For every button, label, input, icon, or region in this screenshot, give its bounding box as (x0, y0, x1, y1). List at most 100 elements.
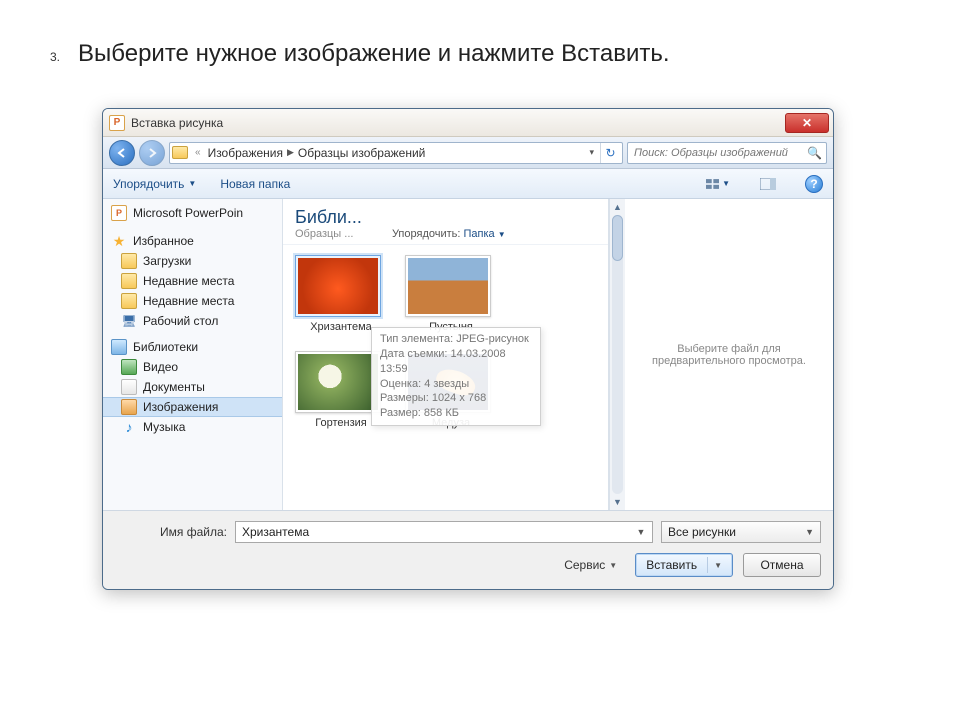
video-icon (121, 359, 137, 375)
sidebar-item-label: Библиотеки (133, 340, 198, 354)
preview-pane-button[interactable] (755, 173, 781, 195)
thumbnail-grid: ХризантемаПустыняГортензияМедуза Тип эле… (283, 245, 608, 510)
file-tooltip: Тип элемента: JPEG-рисунок Дата съемки: … (371, 327, 541, 426)
tooltip-line: Оценка: 4 звезды (380, 377, 532, 392)
instruction: 3. Выберите нужное изображение и нажмите… (40, 40, 920, 68)
navigation-bar: « Изображения ▶ Образцы изображений ▾ ↻ … (103, 137, 833, 169)
sidebar-item-powerpoint[interactable]: P Microsoft PowerPoin (103, 203, 282, 223)
new-folder-button[interactable]: Новая папка (220, 177, 290, 191)
sidebar-item-label: Музыка (143, 420, 185, 434)
tools-menu[interactable]: Сервис ▼ (564, 558, 617, 572)
sidebar-item-label: Недавние места (143, 274, 234, 288)
scroll-thumb[interactable] (612, 215, 623, 261)
sidebar-item-favorites[interactable]: ★ Избранное (103, 231, 282, 251)
library-title: Библи... (295, 207, 362, 228)
sidebar-item-desktop[interactable]: 🖥 Рабочий стол (103, 311, 282, 331)
caret-down-icon: ▼ (498, 230, 506, 239)
powerpoint-icon: P (109, 115, 125, 131)
file-list: Библи... Образцы ... Упорядочить: Папка … (283, 199, 609, 510)
document-icon (121, 379, 137, 395)
address-bar[interactable]: « Изображения ▶ Образцы изображений ▾ ↻ (169, 142, 623, 164)
caret-down-icon[interactable]: ▼ (633, 525, 649, 539)
libraries-icon (111, 339, 127, 355)
thumbnail-item[interactable]: Хризантема (295, 255, 387, 333)
organize-menu[interactable]: Упорядочить ▼ (113, 177, 196, 191)
caret-down-icon: ▼ (609, 561, 617, 570)
music-icon: ♪ (121, 419, 137, 435)
sidebar-item-pictures[interactable]: Изображения (103, 397, 282, 417)
preview-pane: Выберите файл для предварительного просм… (625, 199, 833, 510)
tools-label: Сервис (564, 558, 605, 572)
sidebar-item-recent[interactable]: Недавние места (103, 271, 282, 291)
cancel-button[interactable]: Отмена (743, 553, 821, 577)
toolbar: Упорядочить ▼ Новая папка ▼ ? (103, 169, 833, 199)
cancel-label: Отмена (760, 558, 803, 572)
filename-label: Имя файла: (115, 525, 227, 539)
close-button[interactable]: ✕ (785, 113, 829, 133)
filename-input[interactable]: Хризантема ▼ (235, 521, 653, 543)
breadcrumb[interactable]: Изображения (208, 146, 283, 160)
view-mode-button[interactable]: ▼ (705, 173, 731, 195)
sidebar: P Microsoft PowerPoin ★ Избранное Загруз… (103, 199, 283, 510)
instruction-number: 3. (40, 50, 60, 64)
folder-icon (121, 253, 137, 269)
file-type-filter[interactable]: Все рисунки ▼ (661, 521, 821, 543)
sidebar-item-label: Недавние места (143, 294, 234, 308)
desktop-icon: 🖥 (121, 313, 137, 329)
sidebar-item-downloads[interactable]: Загрузки (103, 251, 282, 271)
sidebar-item-label: Документы (143, 380, 205, 394)
organize-label: Упорядочить (113, 177, 184, 191)
filename-value: Хризантема (242, 525, 309, 539)
chevron-right-icon: ▶ (287, 147, 294, 158)
window-title: Вставка рисунка (131, 116, 785, 130)
sidebar-item-label: Рабочий стол (143, 314, 218, 328)
breadcrumb[interactable]: Образцы изображений (298, 146, 425, 160)
preview-hint: Выберите файл для предварительного просм… (635, 343, 823, 367)
scroll-up-icon[interactable]: ▲ (610, 199, 625, 215)
powerpoint-icon: P (111, 205, 127, 221)
folder-icon (172, 146, 188, 159)
caret-down-icon: ▼ (188, 179, 196, 188)
tooltip-line: Тип элемента: JPEG-рисунок (380, 332, 532, 347)
scroll-down-icon[interactable]: ▼ (610, 494, 625, 510)
instruction-text: Выберите нужное изображение и нажмите Вс… (78, 40, 670, 68)
caret-down-icon[interactable]: ▼ (714, 561, 722, 570)
sidebar-item-label: Видео (143, 360, 178, 374)
sidebar-item-label: Microsoft PowerPoin (133, 206, 243, 220)
thumbnail-item[interactable]: Пустыня (405, 255, 497, 333)
sort-control[interactable]: Упорядочить: Папка ▼ (392, 228, 506, 240)
caret-down-icon: ▼ (805, 527, 814, 537)
caret-down-icon: ▼ (722, 179, 730, 188)
library-subtitle: Образцы ... (295, 228, 362, 240)
folder-icon (121, 293, 137, 309)
scrollbar[interactable]: ▲ ▼ (609, 199, 625, 510)
thumbnail-image (298, 354, 378, 410)
forward-button[interactable] (139, 140, 165, 166)
insert-button[interactable]: Вставить ▼ (635, 553, 733, 577)
library-header: Библи... Образцы ... Упорядочить: Папка … (283, 199, 608, 245)
sidebar-item-music[interactable]: ♪ Музыка (103, 417, 282, 437)
help-button[interactable]: ? (805, 175, 823, 193)
search-icon: 🔍 (807, 146, 822, 160)
search-input[interactable] (632, 146, 803, 160)
sidebar-item-video[interactable]: Видео (103, 357, 282, 377)
filter-label: Все рисунки (668, 525, 736, 539)
sidebar-item-recent[interactable]: Недавние места (103, 291, 282, 311)
sort-label: Упорядочить: (392, 228, 461, 240)
pictures-icon (121, 399, 137, 415)
thumbnail-image (408, 258, 488, 314)
dialog-footer: Имя файла: Хризантема ▼ Все рисунки ▼ Се… (103, 511, 833, 589)
file-dialog-window: P Вставка рисунка ✕ « Изображения ▶ Обра… (102, 108, 834, 590)
titlebar[interactable]: P Вставка рисунка ✕ (103, 109, 833, 137)
sidebar-item-documents[interactable]: Документы (103, 377, 282, 397)
sort-value[interactable]: Папка (464, 228, 495, 240)
sidebar-item-label: Избранное (133, 234, 194, 248)
search-box[interactable]: 🔍 (627, 142, 827, 164)
sidebar-item-libraries[interactable]: Библиотеки (103, 337, 282, 357)
refresh-button[interactable]: ↻ (600, 143, 620, 163)
history-chevron-icon[interactable]: « (192, 147, 204, 158)
thumbnail-image (298, 258, 378, 314)
sidebar-item-label: Загрузки (143, 254, 191, 268)
back-button[interactable] (109, 140, 135, 166)
addr-dropdown-icon[interactable]: ▾ (589, 147, 594, 158)
